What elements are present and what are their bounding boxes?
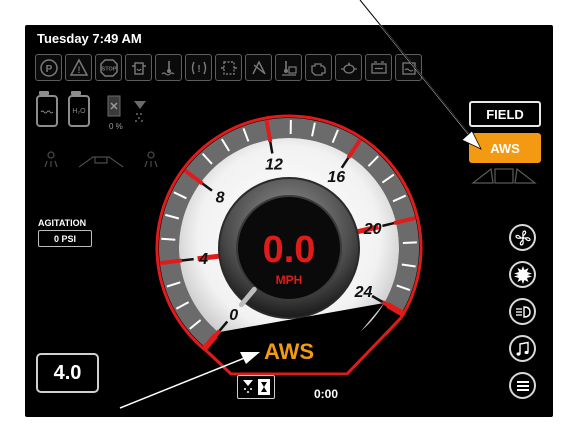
aws-steering-button[interactable]: AWS: [469, 133, 541, 163]
fan-icon: [514, 229, 531, 246]
product-tank-icon: [36, 95, 58, 127]
stop-icon: STOP: [95, 54, 122, 81]
transmission-filter-icon: [215, 54, 242, 81]
gauge-tick-label: 8: [216, 190, 225, 207]
menu-icon: [516, 380, 529, 391]
parking-brake-icon: P: [35, 54, 62, 81]
svg-text:!: !: [77, 65, 80, 75]
product-tank-cap: [39, 91, 49, 95]
music-button[interactable]: [509, 335, 536, 362]
music-icon: [516, 341, 529, 356]
gauge-tick-label: 24: [354, 284, 373, 301]
transmission-warning-icon: !: [185, 54, 212, 81]
gauge-tick: [402, 241, 417, 245]
operator-icon: [243, 380, 253, 393]
agitation-label: AGITATION: [38, 218, 87, 228]
foam-marker-icon: [133, 99, 147, 125]
field-steering-button[interactable]: FIELD: [469, 101, 541, 127]
hydraulic-temp-icon: [275, 54, 302, 81]
steering-mode-indicator-icon: [471, 167, 537, 184]
gauge-tick-label: 20: [363, 221, 382, 238]
steering-mode-label: AWS: [263, 339, 315, 364]
svg-text:STOP: STOP: [101, 66, 116, 72]
display-screen: Tuesday 7:49 AM P ! STOP ! H₂O 0 % AGITA…: [25, 25, 553, 417]
water-in-fuel-icon: [395, 54, 422, 81]
agitation-value: 0 PSI: [38, 230, 92, 247]
engine-warning-icon: [305, 54, 332, 81]
water-tank-label: H₂O: [72, 107, 86, 115]
speed-readout: 0.0: [262, 229, 316, 271]
timer-readout: 0:00: [314, 387, 339, 401]
gauge-tick-label: 12: [265, 156, 283, 173]
boom-sections-icon[interactable]: [43, 145, 163, 175]
gauge-tick-label: 4: [198, 251, 208, 268]
work-lights-icon: [513, 265, 532, 284]
svg-text:!: !: [197, 64, 200, 75]
work-lights-button[interactable]: [509, 261, 536, 288]
warning-triangle-icon: !: [65, 54, 92, 81]
rinse-tank-icon: [107, 95, 121, 119]
timer-button[interactable]: [237, 375, 275, 399]
coolant-temp-icon: [155, 54, 182, 81]
rinse-percent: 0 %: [109, 122, 123, 131]
datetime-readout: Tuesday 7:49 AM: [37, 31, 142, 46]
battery-charge-icon: [365, 54, 392, 81]
water-tank-cap: [71, 91, 81, 95]
menu-button[interactable]: [509, 372, 536, 399]
gauge-tick: [161, 237, 176, 241]
hydraulic-filter-icon: [125, 54, 152, 81]
oil-pressure-icon: [335, 54, 362, 81]
headlights-icon: [515, 305, 531, 318]
gauge-tick-label: 0: [229, 307, 238, 324]
water-tank-icon: H₂O: [68, 95, 90, 127]
gauge-tick-label: 16: [327, 169, 345, 186]
traction-control-icon: [245, 54, 272, 81]
hourglass-icon: [258, 379, 270, 395]
svg-text:P: P: [45, 64, 52, 75]
headlights-button[interactable]: [509, 298, 536, 325]
speed-unit: MPH: [275, 273, 303, 287]
fan-button[interactable]: [509, 224, 536, 251]
gauge-tick: [159, 258, 182, 266]
gauge-inner-tick: [181, 257, 194, 262]
gear-display: 4.0: [36, 353, 99, 393]
